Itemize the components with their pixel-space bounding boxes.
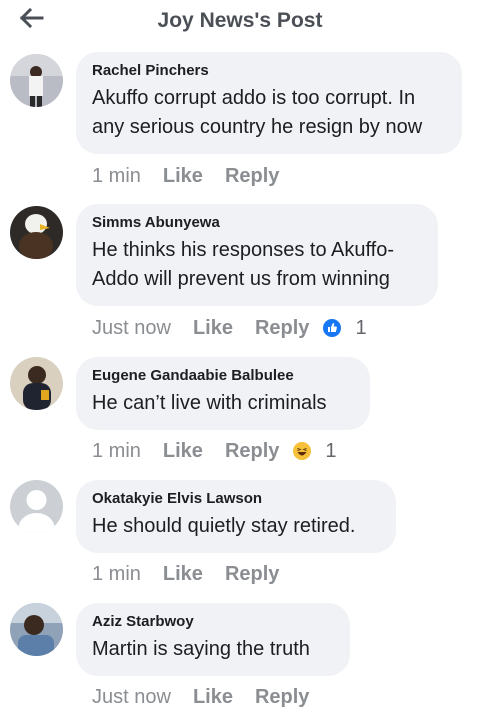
comment-actions: 1 min Like Reply [92,161,293,191]
avatar[interactable] [10,206,63,259]
comment-author[interactable]: Okatakyie Elvis Lawson [92,490,380,507]
reaction-summary[interactable]: 1 [323,316,367,340]
reply-button[interactable]: Reply [225,165,279,188]
reply-button[interactable]: Reply [255,686,309,709]
like-button[interactable]: Like [193,686,233,709]
comment-author[interactable]: Aziz Starbwoy [92,613,334,630]
comment-actions: 1 min Like Reply [92,559,293,589]
comment-text: Martin is saying the truth [92,638,310,660]
like-button[interactable]: Like [163,440,203,463]
comment-author[interactable]: Eugene Gandaabie Balbulee [92,367,354,384]
like-button[interactable]: Like [163,165,203,188]
comment-text: He thinks his responses to Akuffo-Addo w… [92,239,395,290]
reaction-count: 1 [325,439,337,462]
reaction-summary[interactable]: 1 [293,439,337,463]
avatar[interactable] [10,480,63,533]
comment-text: He should quietly stay retired. [92,515,356,537]
comment-actions: Just now Like Reply [92,682,323,712]
comment-text: He can’t live with criminals [92,392,327,414]
comment-author[interactable]: Simms Abunyewa [92,214,422,231]
comment-bubble[interactable]: Aziz Starbwoy Martin is saying the truth [76,603,350,676]
post-header: Joy News's Post [0,0,480,42]
comment-time: 1 min [92,562,141,585]
avatar[interactable] [10,357,63,410]
like-button[interactable]: Like [163,563,203,586]
comment-bubble[interactable]: Simms Abunyewa He thinks his responses t… [76,204,438,306]
comment-time: Just now [92,685,171,708]
avatar[interactable] [10,54,63,107]
page-title: Joy News's Post [157,9,323,32]
reply-button[interactable]: Reply [225,440,279,463]
comment-text: Akuffo corrupt addo is too corrupt. In a… [92,87,423,138]
comment-bubble[interactable]: Okatakyie Elvis Lawson He should quietly… [76,480,396,553]
comment-time: 1 min [92,439,141,462]
comment-bubble[interactable]: Rachel Pinchers Akuffo corrupt addo is t… [76,52,462,154]
comment-author[interactable]: Rachel Pinchers [92,62,446,79]
reply-button[interactable]: Reply [255,317,309,340]
avatar[interactable] [10,603,63,656]
reaction-count: 1 [355,316,367,339]
comment-actions: 1 min Like Reply 1 [92,436,337,466]
haha-reaction-icon [293,442,312,460]
comment-bubble[interactable]: Eugene Gandaabie Balbulee He can’t live … [76,357,370,430]
comment-actions: Just now Like Reply 1 [92,313,367,343]
reply-button[interactable]: Reply [225,563,279,586]
like-reaction-icon [323,319,342,337]
like-button[interactable]: Like [193,317,233,340]
comment-time: 1 min [92,164,141,187]
comment-time: Just now [92,316,171,339]
